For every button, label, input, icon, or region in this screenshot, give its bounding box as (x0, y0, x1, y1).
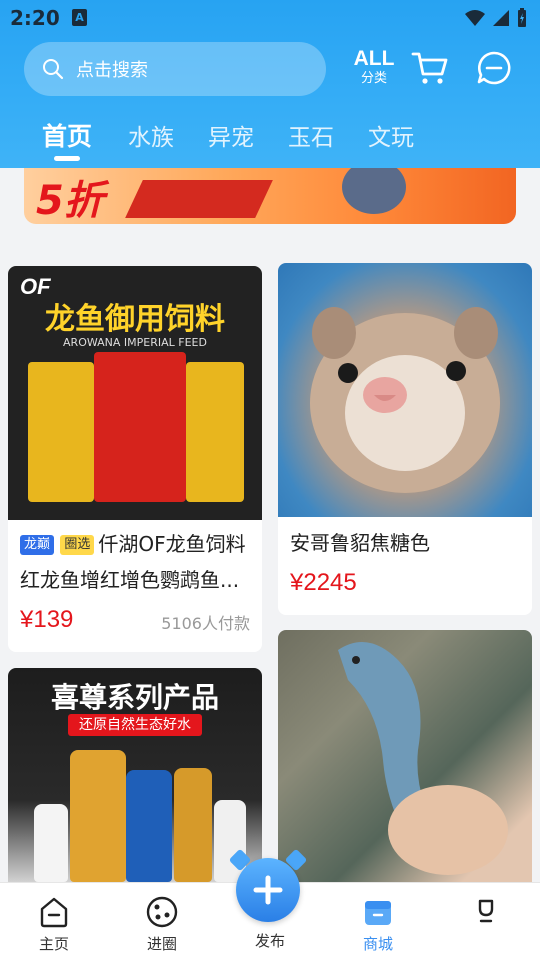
plus-icon (253, 875, 283, 905)
nav-publish-label: 发布 (254, 932, 285, 950)
product-card[interactable]: 安哥鲁貂焦糖色 ¥2245 (278, 263, 532, 615)
status-bar: 2:20 A (0, 0, 540, 36)
product-bottle (34, 804, 68, 882)
signal-icon (493, 10, 509, 26)
ferret-illustration (310, 307, 500, 493)
product-price: ¥2245 (290, 569, 357, 596)
product-title: 龙巅 圈选 仟湖OF龙鱼饲料 (20, 526, 246, 562)
notification-icon: A (72, 9, 87, 26)
product-price: ¥139 (20, 606, 74, 633)
nav-home[interactable]: 主页 (14, 891, 94, 954)
active-tab-indicator (54, 156, 80, 161)
product-image-subtitle: 还原自然生态好水 (68, 714, 202, 736)
banner-stripe (125, 180, 273, 218)
product-title-line1: 仟湖OF龙鱼饲料 (98, 532, 246, 556)
product-bottle (70, 750, 126, 882)
product-title: 安哥鲁貂焦糖色 (290, 531, 430, 555)
product-box (28, 362, 94, 502)
product-box (186, 362, 244, 502)
nav-mall-label: 商城 (362, 935, 393, 953)
category-tabs: 首页 水族 异宠 玉石 文玩 (0, 112, 540, 168)
product-image-headline: 喜尊系列产品 (50, 681, 219, 714)
banner-product-image (342, 160, 406, 214)
brand-tag: 龙巅 (20, 535, 55, 555)
banner-discount-text: 5折 (36, 178, 104, 224)
selection-tag: 圈选 (60, 535, 95, 555)
lizard-illustration (338, 642, 508, 875)
mall-icon (365, 901, 391, 925)
search-icon (43, 59, 64, 80)
status-time: 2:20 (10, 6, 60, 30)
product-sales: 5106人付款 (161, 614, 250, 633)
product-image: OF 龙鱼御用饲料 AROWANA IMPERIAL FEED (8, 266, 262, 520)
nav-mall[interactable]: 商城 (338, 891, 418, 954)
tab-exotic-pets[interactable]: 异宠 (208, 118, 254, 152)
nav-circle-label: 进圈 (146, 935, 177, 953)
nav-home-label: 主页 (38, 935, 69, 953)
publish-button[interactable] (236, 858, 300, 922)
product-card[interactable]: OF 龙鱼御用饲料 AROWANA IMPERIAL FEED 龙巅 圈选 仟湖O… (8, 266, 262, 652)
category-button[interactable]: ALL 分类 (352, 48, 396, 88)
search-input[interactable]: 点击搜索 (24, 42, 326, 96)
cart-icon[interactable] (410, 50, 450, 86)
status-icons (464, 8, 528, 28)
nav-circle[interactable]: 进圈 (122, 891, 202, 954)
product-box (94, 352, 186, 502)
profile-icon (478, 899, 494, 923)
tab-jade[interactable]: 玉石 (288, 118, 334, 152)
category-big-label: ALL (353, 47, 395, 70)
tab-collectibles[interactable]: 文玩 (368, 118, 414, 152)
search-placeholder: 点击搜索 (76, 60, 148, 81)
product-card[interactable]: 喜尊系列产品 还原自然生态好水 (8, 668, 262, 898)
product-bottle (126, 770, 172, 882)
product-image-headline: 龙鱼御用饲料 (45, 302, 225, 337)
circle-icon (146, 896, 178, 928)
message-icon[interactable] (476, 50, 512, 86)
product-image: 喜尊系列产品 还原自然生态好水 (8, 668, 262, 888)
product-image-subtitle: AROWANA IMPERIAL FEED (63, 336, 207, 349)
category-small-label: 分类 (360, 71, 387, 86)
home-icon (40, 897, 68, 928)
product-title-line2: 红龙鱼增红增色鹦鹉鱼... (20, 568, 240, 592)
tab-home[interactable]: 首页 (42, 117, 92, 153)
tab-aquatic[interactable]: 水族 (128, 118, 174, 152)
nav-me[interactable] (446, 891, 526, 933)
wifi-icon (465, 10, 485, 26)
product-card[interactable] (278, 630, 532, 898)
product-image (278, 630, 532, 890)
product-image (278, 263, 532, 517)
battery-icon (518, 8, 526, 27)
header: 2:20 A 点击搜索 ALL 分类 首页 水族 异宠 玉石 文玩 (0, 0, 540, 168)
product-bottle (174, 768, 212, 882)
